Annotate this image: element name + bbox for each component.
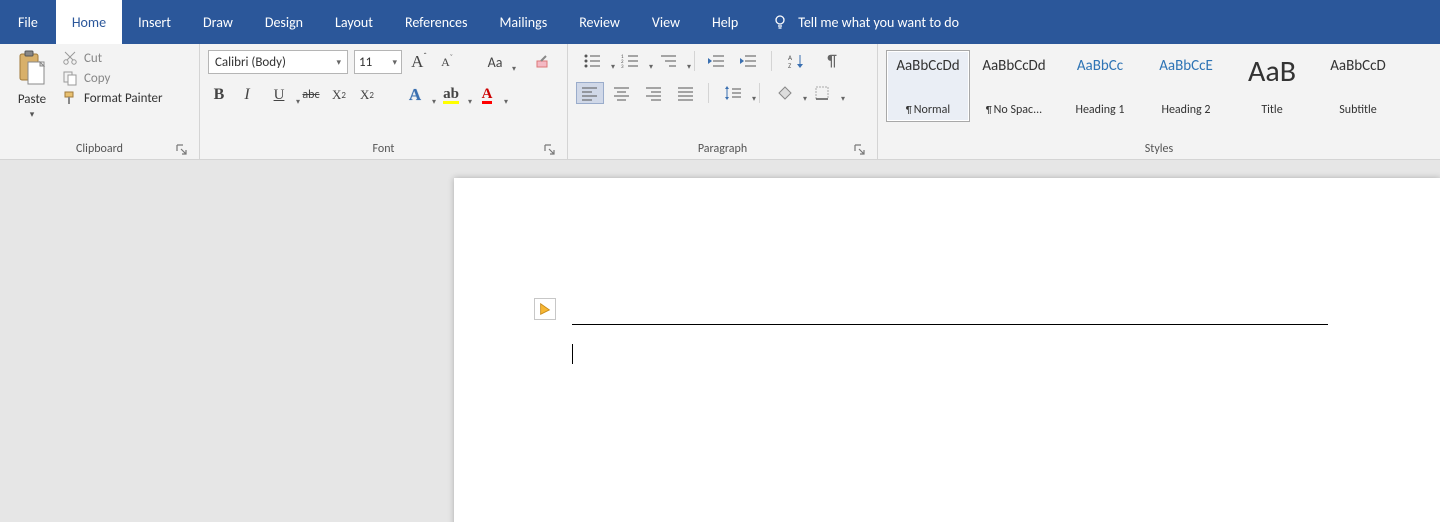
style-name-label: Heading 2 bbox=[1161, 103, 1210, 117]
justify-button[interactable] bbox=[672, 82, 700, 104]
style-preview: AaBbCcD bbox=[1330, 57, 1385, 75]
strikethrough-button[interactable]: abc bbox=[300, 84, 322, 106]
copy-icon bbox=[62, 70, 78, 86]
svg-text:Z: Z bbox=[788, 61, 792, 69]
style-subtitle[interactable]: AaBbCcD Subtitle bbox=[1316, 50, 1400, 122]
style-no-spac-[interactable]: AaBbCcDd ¶No Spac... bbox=[972, 50, 1056, 122]
underline-button[interactable]: U▾ bbox=[264, 84, 294, 106]
font-color-button[interactable]: A▾ bbox=[472, 84, 502, 106]
clipboard-launcher[interactable] bbox=[175, 143, 189, 157]
font-size-combo[interactable]: 11 ▾ bbox=[354, 50, 402, 74]
clear-formatting-button[interactable] bbox=[532, 51, 554, 73]
document-page[interactable] bbox=[454, 178, 1440, 522]
tab-help[interactable]: Help bbox=[696, 0, 754, 44]
format-painter-button[interactable]: Format Painter bbox=[62, 90, 163, 106]
subscript-button[interactable]: X2 bbox=[328, 84, 350, 106]
group-styles: AaBbCcDd¶NormalAaBbCcDd¶No Spac...AaBbCc… bbox=[878, 44, 1440, 159]
cut-label: Cut bbox=[84, 51, 102, 66]
align-center-button[interactable] bbox=[608, 82, 636, 104]
line-spacing-button[interactable]: ▾ bbox=[717, 82, 751, 104]
group-font: Calibri (Body) ▾ 11 ▾ Aˆ Aˇ Aa▾ bbox=[200, 44, 568, 159]
tab-review[interactable]: Review bbox=[563, 0, 636, 44]
highlight-button[interactable]: ab▾ bbox=[436, 84, 466, 106]
paragraph-launcher[interactable] bbox=[853, 143, 867, 157]
bullets-button[interactable]: ▾ bbox=[576, 50, 610, 72]
style-heading-2[interactable]: AaBbCcE Heading 2 bbox=[1144, 50, 1228, 122]
tab-file[interactable]: File bbox=[0, 0, 56, 44]
borders-button[interactable]: ▾ bbox=[806, 82, 840, 104]
autoformat-options-icon[interactable] bbox=[534, 298, 556, 320]
tab-design[interactable]: Design bbox=[249, 0, 319, 44]
font-size-value: 11 bbox=[359, 55, 372, 70]
change-case-button[interactable]: Aa▾ bbox=[480, 51, 510, 73]
paste-icon bbox=[16, 50, 48, 90]
style-name-label: Subtitle bbox=[1339, 103, 1377, 117]
tab-home[interactable]: Home bbox=[56, 0, 122, 44]
style-preview: AaB bbox=[1248, 57, 1296, 87]
align-left-button[interactable] bbox=[576, 82, 604, 104]
shrink-font-button[interactable]: Aˇ bbox=[436, 51, 458, 73]
scissors-icon bbox=[62, 50, 78, 66]
lightbulb-icon bbox=[772, 14, 788, 30]
svg-text:3: 3 bbox=[621, 64, 624, 69]
font-name-value: Calibri (Body) bbox=[215, 55, 286, 70]
tell-me[interactable]: Tell me what you want to do bbox=[754, 0, 959, 44]
chevron-down-icon: ▾ bbox=[30, 109, 35, 120]
paste-button[interactable]: Paste ▾ bbox=[8, 48, 56, 120]
bold-button[interactable]: B bbox=[208, 84, 230, 106]
cut-button[interactable]: Cut bbox=[62, 50, 163, 66]
horizontal-rule bbox=[572, 324, 1328, 325]
superscript-button[interactable]: X2 bbox=[356, 84, 378, 106]
text-cursor bbox=[572, 344, 573, 364]
chevron-down-icon: ▾ bbox=[392, 57, 397, 68]
tab-mailings[interactable]: Mailings bbox=[483, 0, 563, 44]
group-paragraph: ▾ 123 ▾ ▾ bbox=[568, 44, 878, 159]
tell-me-label: Tell me what you want to do bbox=[798, 14, 959, 31]
style-name-label: Heading 1 bbox=[1075, 103, 1124, 117]
text-effects-button[interactable]: A▾ bbox=[400, 84, 430, 106]
paragraph-group-label: Paragraph bbox=[698, 142, 747, 156]
style-name-label: Title bbox=[1261, 103, 1282, 117]
tab-draw[interactable]: Draw bbox=[187, 0, 249, 44]
format-painter-label: Format Painter bbox=[84, 91, 163, 106]
group-clipboard: Paste ▾ Cut Copy bbox=[0, 44, 200, 159]
style-preview: AaBbCcE bbox=[1159, 57, 1213, 75]
paste-label: Paste bbox=[18, 92, 46, 107]
tab-view[interactable]: View bbox=[636, 0, 696, 44]
chevron-down-icon: ▾ bbox=[336, 57, 341, 68]
shading-button[interactable]: ▾ bbox=[768, 82, 802, 104]
ribbon: Paste ▾ Cut Copy bbox=[0, 44, 1440, 160]
font-group-label: Font bbox=[373, 142, 395, 156]
sort-button[interactable]: AZ bbox=[780, 50, 814, 72]
clipboard-group-label: Clipboard bbox=[76, 142, 123, 156]
style-name-label: ¶No Spac... bbox=[986, 103, 1042, 117]
style-preview: AaBbCcDd bbox=[982, 57, 1045, 75]
font-launcher[interactable] bbox=[543, 143, 557, 157]
copy-button[interactable]: Copy bbox=[62, 70, 163, 86]
italic-button[interactable]: I bbox=[236, 84, 258, 106]
styles-group-label: Styles bbox=[1145, 142, 1173, 156]
menu-bar: File Home Insert Draw Design Layout Refe… bbox=[0, 0, 1440, 44]
tab-insert[interactable]: Insert bbox=[122, 0, 187, 44]
increase-indent-button[interactable] bbox=[735, 50, 763, 72]
decrease-indent-button[interactable] bbox=[703, 50, 731, 72]
style-preview: AaBbCc bbox=[1077, 57, 1123, 75]
font-name-combo[interactable]: Calibri (Body) ▾ bbox=[208, 50, 348, 74]
style-title[interactable]: AaB Title bbox=[1230, 50, 1314, 122]
style-preview: AaBbCcDd bbox=[896, 57, 959, 75]
style-normal[interactable]: AaBbCcDd ¶Normal bbox=[886, 50, 970, 122]
multilevel-list-button[interactable]: ▾ bbox=[652, 50, 686, 72]
numbering-button[interactable]: 123 ▾ bbox=[614, 50, 648, 72]
tab-references[interactable]: References bbox=[389, 0, 483, 44]
style-heading-1[interactable]: AaBbCc Heading 1 bbox=[1058, 50, 1142, 122]
document-area bbox=[0, 160, 1440, 522]
show-marks-button[interactable]: ¶ bbox=[818, 50, 846, 72]
copy-label: Copy bbox=[84, 71, 110, 86]
style-name-label: ¶Normal bbox=[906, 103, 950, 117]
tab-layout[interactable]: Layout bbox=[319, 0, 389, 44]
align-right-button[interactable] bbox=[640, 82, 668, 104]
paintbrush-icon bbox=[62, 90, 78, 106]
grow-font-button[interactable]: Aˆ bbox=[408, 51, 430, 73]
